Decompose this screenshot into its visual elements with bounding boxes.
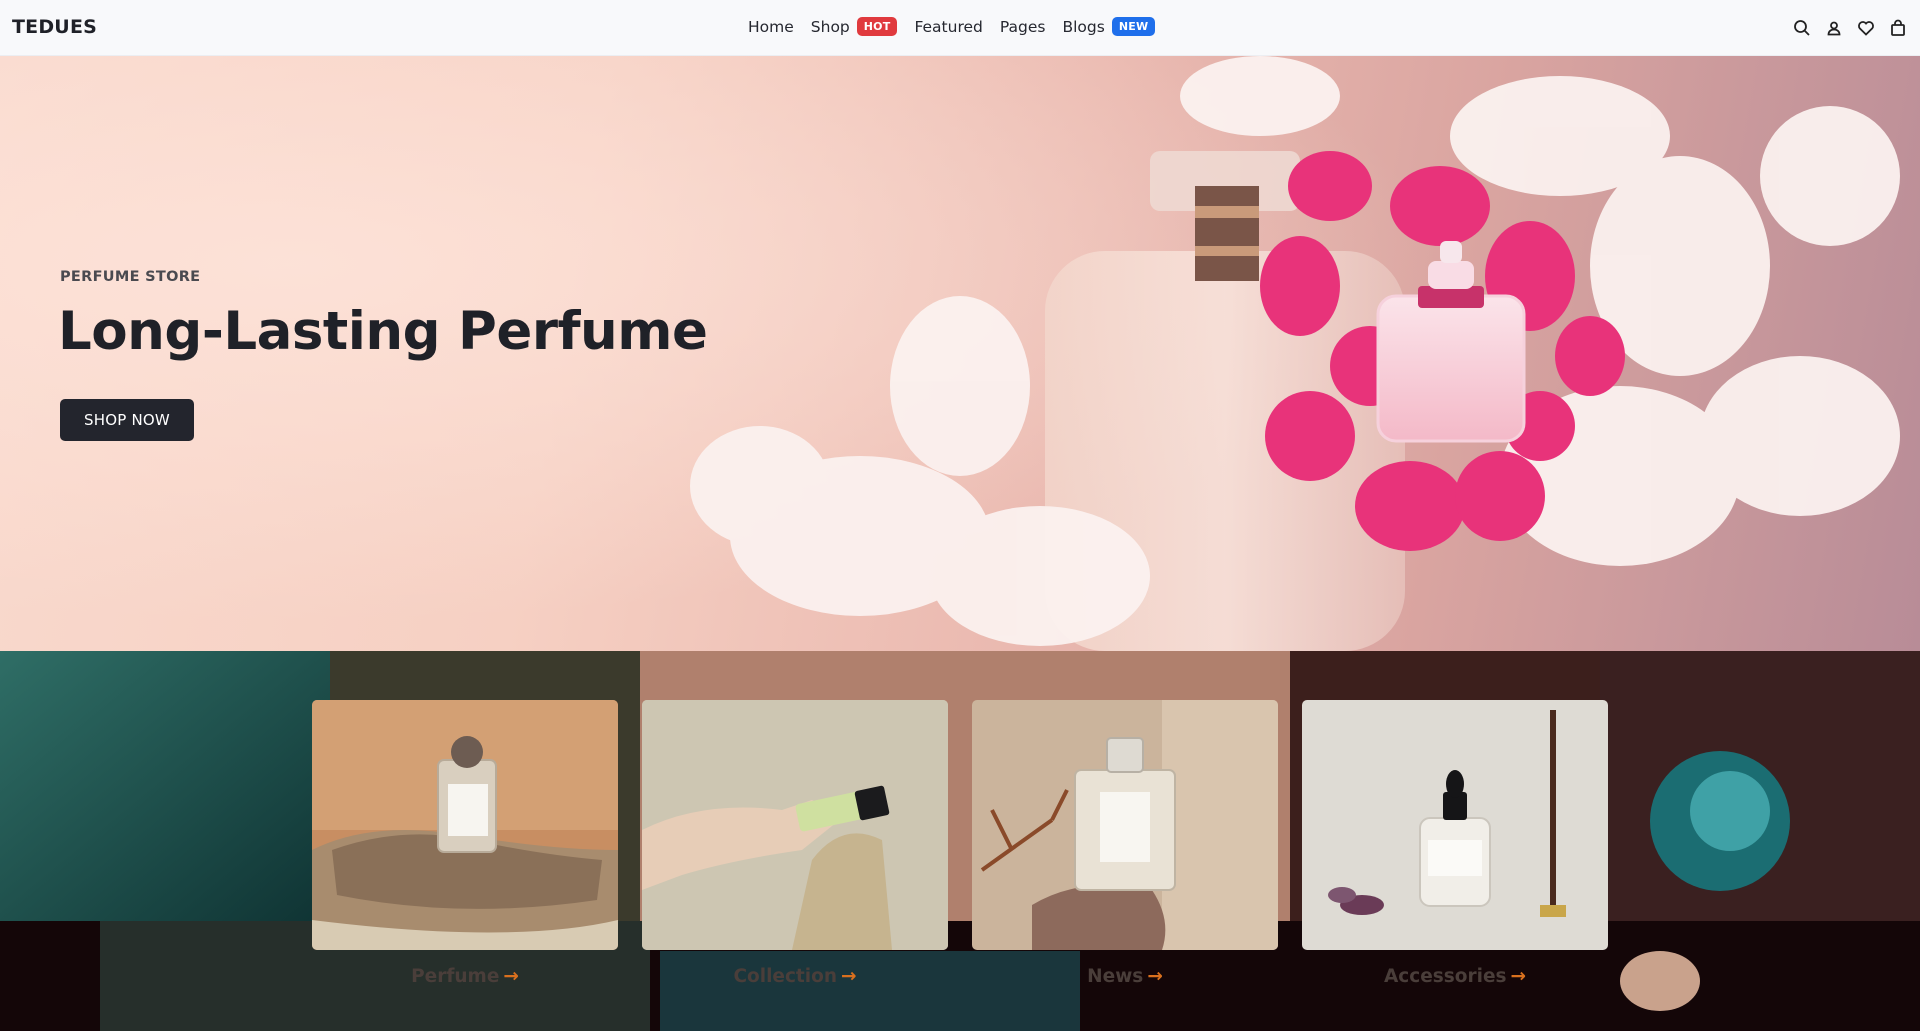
category-section: Perfume → Collection → News → Accessorie…: [0, 651, 1920, 1031]
nav-item-featured[interactable]: Featured: [914, 18, 982, 36]
bag-icon[interactable]: [1886, 16, 1910, 40]
category-card-accessories[interactable]: [1302, 700, 1608, 950]
hero-banner: PERFUME STORE Long-Lasting Perfume SHOP …: [0, 56, 1920, 651]
news-image: [972, 700, 1278, 950]
heart-icon[interactable]: [1854, 16, 1878, 40]
nav-label: Featured: [914, 17, 983, 36]
hot-badge: HOT: [856, 17, 898, 36]
category-card-news[interactable]: [972, 700, 1278, 950]
nav-item-pages[interactable]: Pages: [1000, 18, 1046, 36]
category-link-collection[interactable]: Collection →: [642, 966, 948, 987]
category-link-perfume[interactable]: Perfume →: [312, 966, 618, 987]
arrow-right-icon: →: [1510, 966, 1527, 987]
collection-image: [642, 700, 948, 950]
perfume-image: [312, 700, 618, 950]
nav-label: Home: [748, 17, 794, 36]
hero-title: Long-Lasting Perfume: [58, 301, 708, 362]
arrow-right-icon: →: [503, 966, 519, 987]
category-background-image: [0, 651, 1920, 1031]
main-nav: Home Shop HOT Featured Pages Blogs NEW: [748, 17, 1156, 36]
hero-subtitle: PERFUME STORE: [60, 269, 201, 285]
category-label: Perfume: [411, 966, 500, 987]
user-icon[interactable]: [1822, 16, 1846, 40]
category-link-news[interactable]: News →: [972, 966, 1278, 987]
search-icon[interactable]: [1790, 16, 1814, 40]
nav-item-home[interactable]: Home: [748, 18, 794, 36]
site-header: TEDUES Home Shop HOT Featured Pages Blog…: [0, 0, 1920, 56]
category-card-perfume[interactable]: [312, 700, 618, 950]
shop-now-button[interactable]: SHOP NOW: [60, 399, 194, 441]
nav-label: Pages: [999, 17, 1046, 36]
header-actions: [1782, 16, 1910, 40]
nav-label: Blogs: [1062, 17, 1105, 36]
category-label: Collection: [733, 966, 838, 987]
category-card-collection[interactable]: [642, 700, 948, 950]
arrow-right-icon: →: [1147, 966, 1163, 987]
nav-item-shop[interactable]: Shop HOT: [811, 17, 898, 36]
category-link-accessories[interactable]: Accessories →: [1302, 966, 1608, 987]
brand-logo[interactable]: TEDUES: [12, 16, 97, 38]
arrow-right-icon: →: [841, 966, 857, 987]
new-badge: NEW: [1111, 17, 1156, 36]
category-label: News: [1087, 966, 1144, 987]
nav-item-blogs[interactable]: Blogs NEW: [1062, 17, 1156, 36]
accessories-image: [1302, 700, 1608, 950]
nav-label: Shop: [810, 17, 850, 36]
category-label: Accessories: [1383, 966, 1507, 987]
